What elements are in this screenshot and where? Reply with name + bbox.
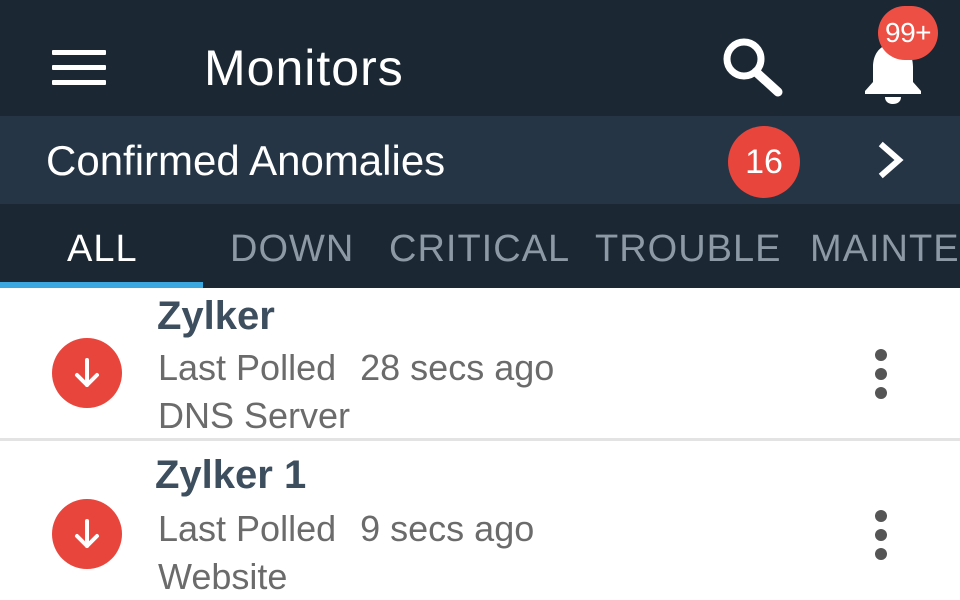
last-polled-value: 28 secs ago (360, 347, 555, 388)
last-polled: Last Polled 9 secs ago (158, 507, 534, 551)
monitor-type: DNS Server (158, 395, 351, 436)
confirmed-anomalies-bar[interactable]: Confirmed Anomalies 16 (0, 116, 960, 204)
more-options-icon[interactable] (864, 346, 898, 402)
tab-maintenance[interactable]: MAINTE (810, 224, 960, 274)
last-polled-label: Last Polled (158, 347, 337, 388)
monitor-row-zylker-1[interactable]: Zylker 1 Last Polled 9 secs ago Website (0, 441, 960, 597)
tab-down[interactable]: DOWN (230, 224, 354, 274)
monitor-list: Zylker Last Polled 28 secs ago DNS Server… (0, 288, 960, 600)
arrow-down-icon (75, 519, 99, 548)
last-polled-value: 9 secs ago (360, 508, 535, 549)
monitor-type: Website (158, 556, 288, 597)
tab-all[interactable]: ALL (67, 224, 138, 274)
tab-critical[interactable]: CRITICAL (389, 224, 570, 274)
hamburger-menu-icon[interactable] (52, 50, 106, 86)
arrow-down-icon (75, 358, 99, 387)
down-status-icon (52, 338, 122, 408)
monitors-screen: Monitors 99+ Confirmed Anomalies 16 ALL … (0, 0, 960, 600)
tab-trouble[interactable]: TROUBLE (595, 224, 781, 274)
notification-count-badge: 99+ (878, 6, 938, 60)
monitor-name: Zylker (157, 294, 275, 338)
confirmed-anomalies-label: Confirmed Anomalies (46, 137, 446, 184)
last-polled: Last Polled 28 secs ago (158, 346, 554, 390)
down-status-icon (52, 499, 122, 569)
chevron-right-icon (878, 141, 904, 179)
app-bar: Monitors 99+ (0, 0, 960, 116)
last-polled-label: Last Polled (158, 508, 337, 549)
status-tabs: ALL DOWN CRITICAL TROUBLE MAINTE (0, 204, 960, 288)
page-title: Monitors (204, 40, 404, 96)
monitor-name: Zylker 1 (155, 453, 307, 497)
search-icon[interactable] (716, 32, 788, 98)
monitor-row-zylker[interactable]: Zylker Last Polled 28 secs ago DNS Server (0, 288, 960, 441)
more-options-icon[interactable] (864, 507, 898, 563)
anomalies-count-badge: 16 (728, 126, 800, 198)
